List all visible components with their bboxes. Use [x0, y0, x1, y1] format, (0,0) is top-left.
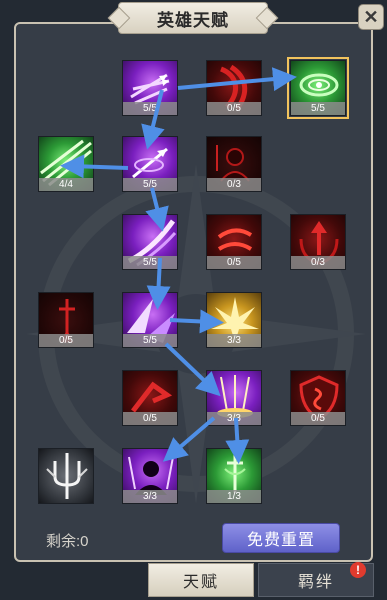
talent-node-11[interactable]: 5/5: [122, 292, 178, 348]
talent-node-8[interactable]: 0/5: [206, 214, 262, 270]
talent-node-1[interactable]: 5/5: [122, 60, 178, 116]
talent-panel: 5/5 0/5 5/5 4/4 5/5 0/3 5/5 0/5 0/3 0/5 …: [14, 22, 373, 562]
tab-bond-label: 羁绊: [297, 574, 334, 591]
talent-node-3[interactable]: 5/5: [287, 57, 349, 119]
talent-level: 0/3: [207, 178, 261, 191]
free-reset-label: 免费重置: [246, 532, 315, 549]
tab-talent-label: 天赋: [182, 574, 219, 591]
talent-level: 3/3: [207, 334, 261, 347]
talent-level: 3/3: [207, 412, 261, 425]
talent-node-2[interactable]: 0/5: [206, 60, 262, 116]
talent-level: 5/5: [123, 178, 177, 191]
talent-node-7[interactable]: 5/5: [122, 214, 178, 270]
talent-level: 0/5: [207, 102, 261, 115]
talent-node-17[interactable]: 3/3: [122, 448, 178, 504]
page-title-text: 英雄天赋: [157, 10, 229, 30]
silver-trident-icon: [46, 453, 88, 499]
talent-level: 5/5: [291, 102, 345, 115]
talent-level: 0/3: [291, 256, 345, 269]
notification-badge: !: [350, 562, 366, 578]
talent-node-16[interactable]: [38, 448, 94, 504]
talent-node-6[interactable]: 0/3: [206, 136, 262, 192]
talent-node-5[interactable]: 5/5: [122, 136, 178, 192]
talent-node-9[interactable]: 0/3: [290, 214, 346, 270]
talent-level: 1/3: [207, 490, 261, 503]
talent-level: 5/5: [123, 334, 177, 347]
talent-level: 0/5: [207, 256, 261, 269]
talent-node-18[interactable]: 1/3: [206, 448, 262, 504]
talent-level: 0/5: [39, 334, 93, 347]
free-reset-button[interactable]: 免费重置: [222, 523, 340, 553]
tab-talent[interactable]: 天赋: [148, 563, 254, 597]
talent-node-10[interactable]: 0/5: [38, 292, 94, 348]
talent-node-12[interactable]: 3/3: [206, 292, 262, 348]
talent-level: 5/5: [123, 102, 177, 115]
talent-level: 3/3: [123, 490, 177, 503]
talent-level: 5/5: [123, 256, 177, 269]
talent-level: 0/5: [123, 412, 177, 425]
talent-level: 0/5: [291, 412, 345, 425]
page-title: 英雄天赋: [118, 2, 268, 34]
talent-level: 4/4: [39, 178, 93, 191]
talent-node-15[interactable]: 0/5: [290, 370, 346, 426]
close-icon[interactable]: ✕: [358, 4, 384, 30]
talent-node-14[interactable]: 3/3: [206, 370, 262, 426]
talent-node-4[interactable]: 4/4: [38, 136, 94, 192]
talent-node-13[interactable]: 0/5: [122, 370, 178, 426]
remaining-points: 剩余:0: [46, 533, 89, 550]
